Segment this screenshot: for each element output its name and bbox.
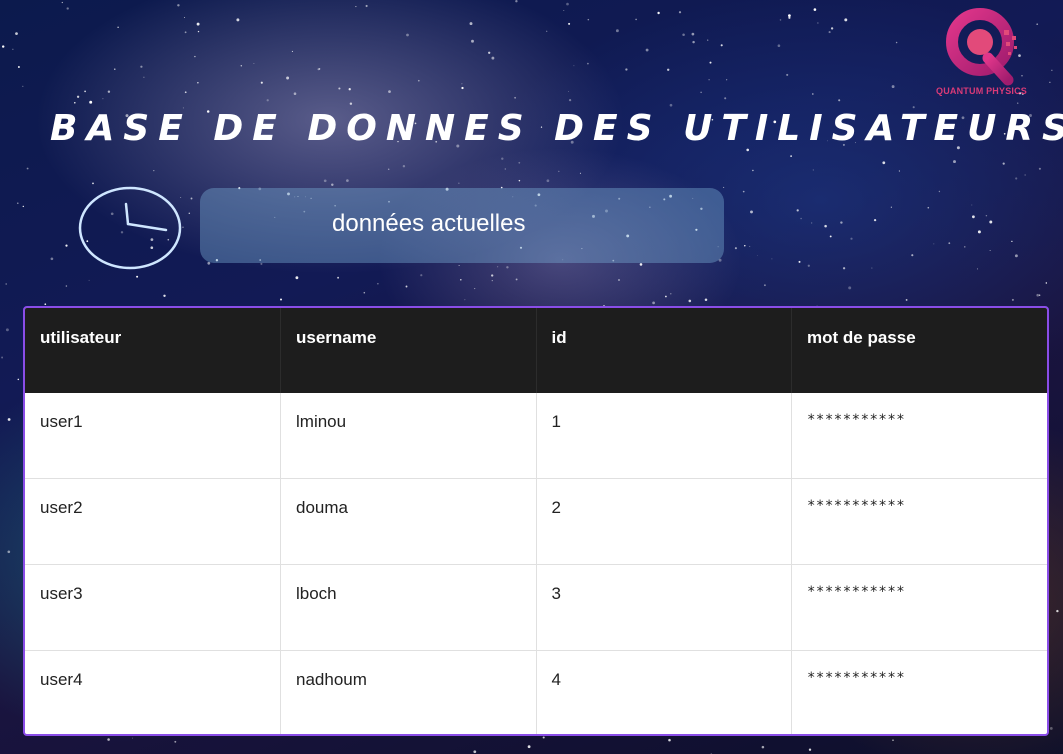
quantum-physics-logo (946, 8, 1017, 86)
table-row[interactable]: user1 lminou 1 *********** (25, 393, 1047, 479)
cell-password: *********** (791, 564, 1047, 651)
cell-username: lminou (280, 393, 537, 479)
cell-username: nadhoum (280, 650, 537, 734)
table-header-row: utilisateur username id mot de passe (25, 308, 1047, 393)
cell-utilisateur: user3 (25, 564, 281, 651)
users-table-container: utilisateur username id mot de passe use… (23, 306, 1049, 736)
table-row[interactable]: user4 nadhoum 4 *********** (25, 650, 1047, 734)
users-table: utilisateur username id mot de passe use… (25, 308, 1047, 734)
table-row[interactable]: user2 douma 2 *********** (25, 478, 1047, 565)
table-row[interactable]: user3 lboch 3 *********** (25, 564, 1047, 651)
column-header-username[interactable]: username (280, 308, 537, 393)
cell-id: 2 (536, 478, 792, 565)
current-data-label: données actuelles (332, 210, 526, 237)
page-title: BASE DE DONNES DES UTILISATEURS (50, 108, 1063, 149)
cell-id: 3 (536, 564, 792, 651)
cell-username: douma (280, 478, 537, 565)
column-header-id[interactable]: id (536, 308, 792, 393)
cell-password: *********** (791, 650, 1047, 734)
current-data-banner[interactable]: données actuelles (200, 188, 724, 263)
cell-id: 4 (536, 650, 792, 734)
column-header-utilisateur[interactable]: utilisateur (25, 308, 281, 393)
clock-icon (78, 186, 182, 270)
cell-password: *********** (791, 478, 1047, 565)
logo-caption: QUANTUM PHYSICS (936, 86, 1028, 96)
cell-password: *********** (791, 393, 1047, 479)
cell-utilisateur: user1 (25, 393, 281, 479)
column-header-password[interactable]: mot de passe (791, 308, 1047, 393)
cell-utilisateur: user4 (25, 650, 281, 734)
cell-id: 1 (536, 393, 792, 479)
cell-username: lboch (280, 564, 537, 651)
cell-utilisateur: user2 (25, 478, 281, 565)
